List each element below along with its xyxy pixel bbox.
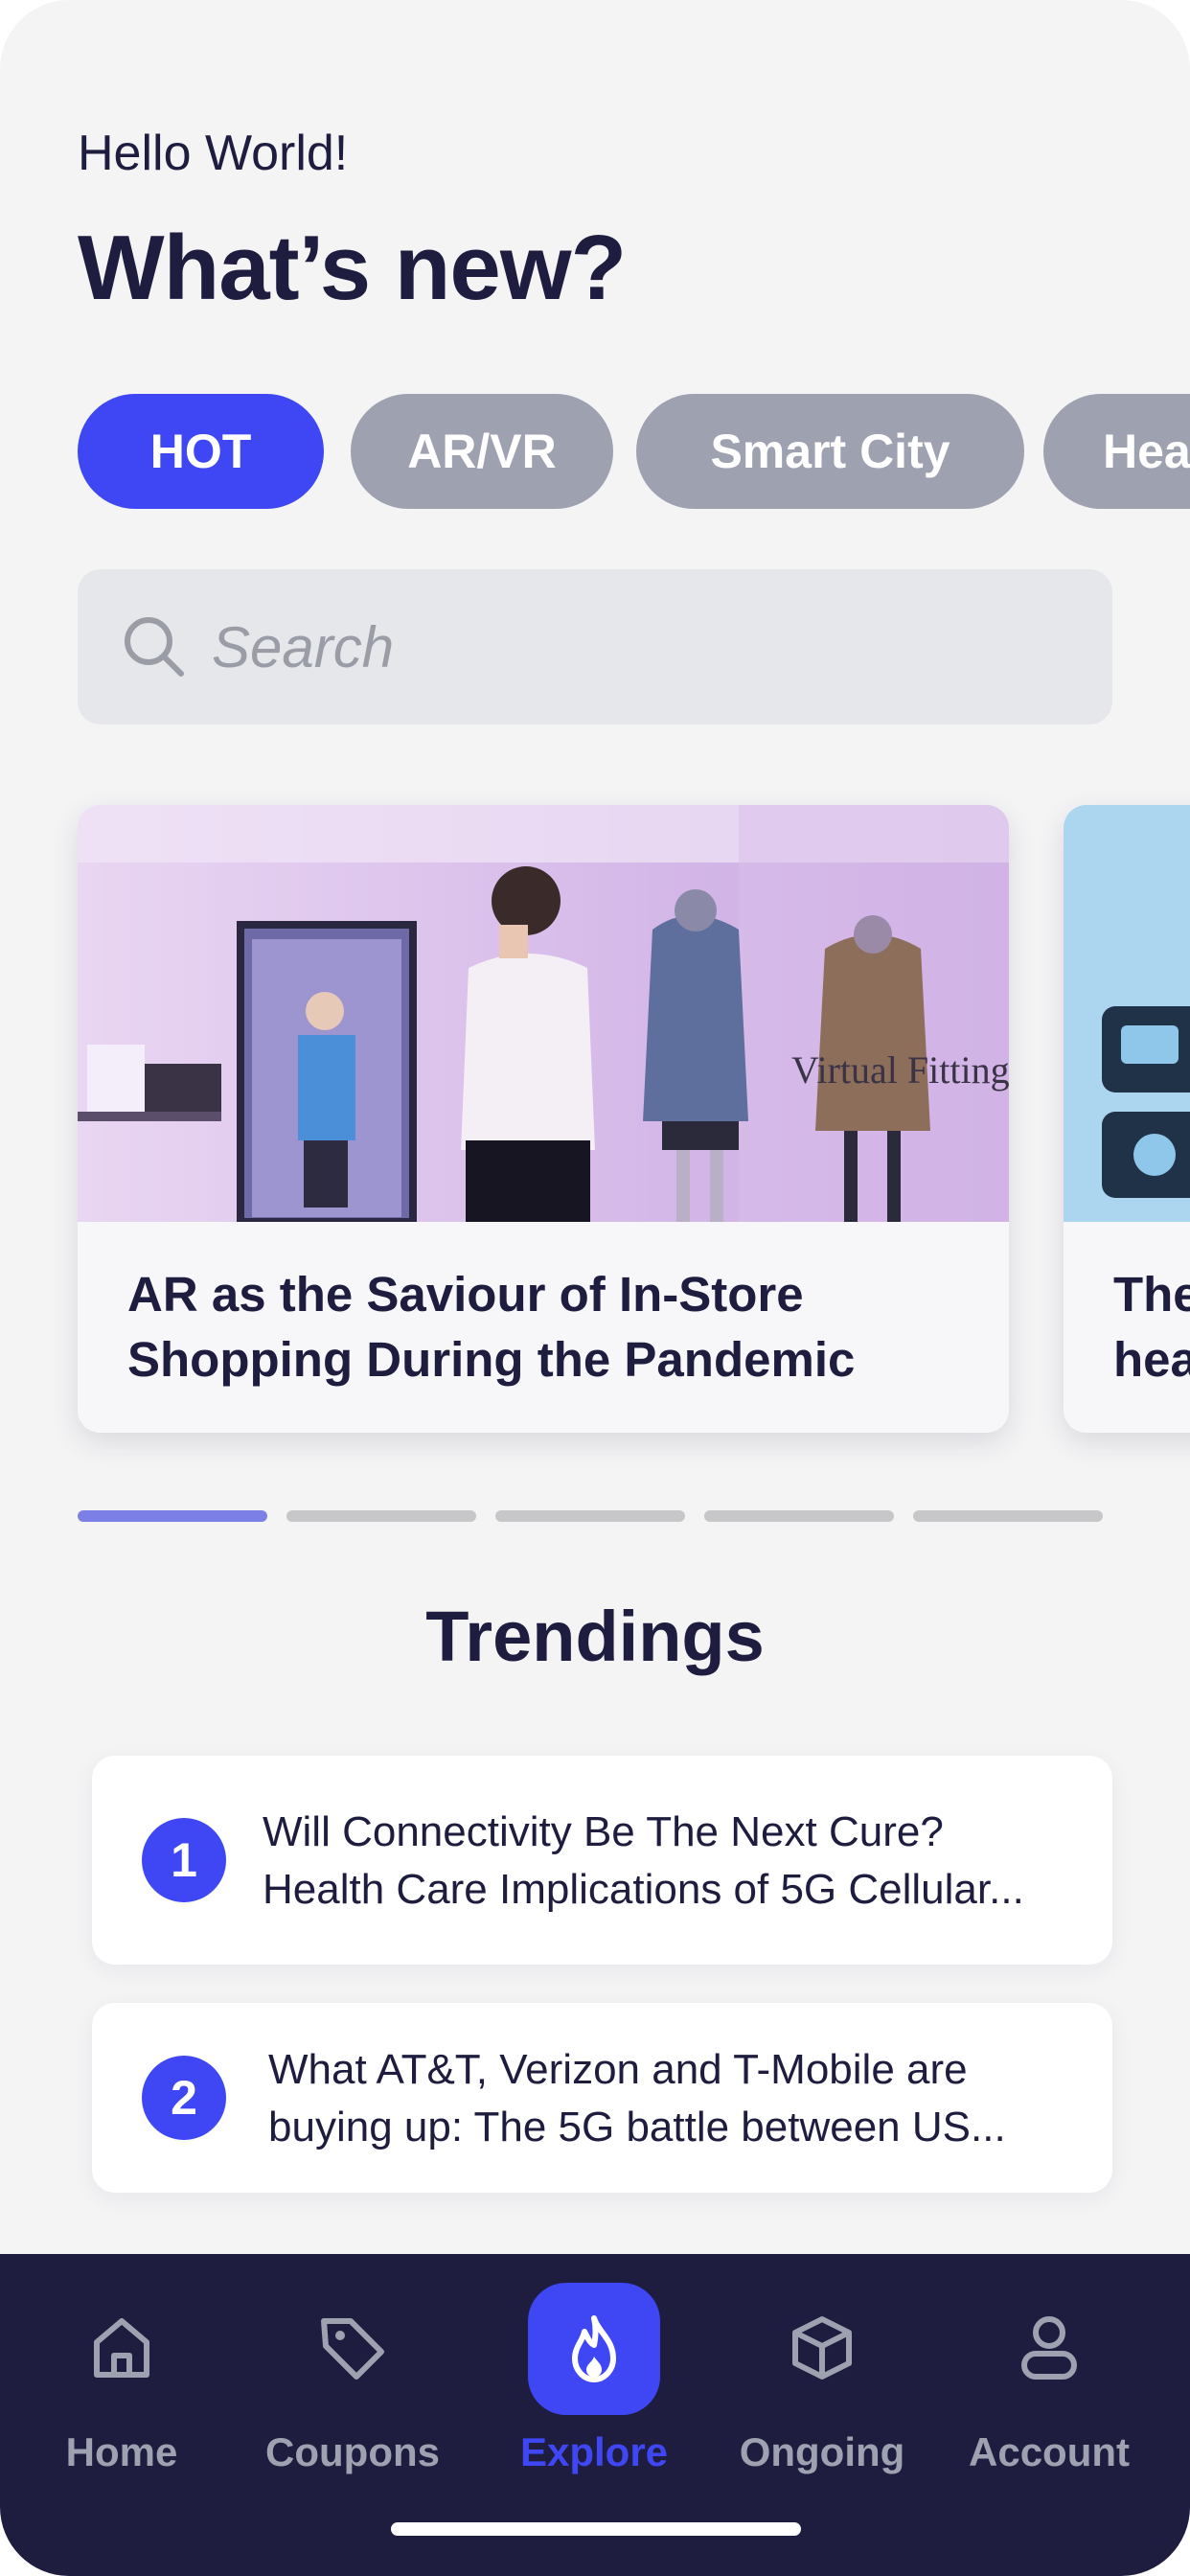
trending-title: Will Connectivity Be The Next Cure? Heal… [263, 1808, 1024, 1913]
virtual-fitting-sign-text: Virtual Fitting [791, 1048, 1009, 1092]
home-icon [94, 2318, 149, 2378]
trending-item[interactable]: 2 What AT&T, Verizon and T-Mobile are bu… [92, 2003, 1112, 2193]
trending-title: What AT&T, Verizon and T-Mobile are buyi… [268, 2046, 1006, 2150]
tab-account[interactable]: Account [934, 2254, 1164, 2522]
article-image: Virtual Fitting [78, 805, 1009, 1222]
chip-smart-city[interactable]: Smart City [636, 394, 1024, 509]
user-icon [1021, 2316, 1077, 2380]
box-icon [792, 2316, 852, 2380]
flame-icon [572, 2315, 616, 2382]
tab-coupons[interactable]: Coupons [238, 2254, 468, 2522]
rank-badge: 2 [142, 2056, 226, 2140]
trendings-heading: Trendings [425, 1597, 765, 1676]
carousel-indicator [78, 1510, 1112, 1524]
tab-ongoing[interactable]: Ongoing [707, 2254, 937, 2522]
search-bar[interactable] [78, 569, 1112, 724]
trending-item[interactable]: 1 Will Connectivity Be The Next Cure? He… [92, 1756, 1112, 1965]
home-indicator[interactable] [391, 2522, 801, 2536]
greeting-text: Hello World! [78, 126, 349, 181]
carousel-dot[interactable] [78, 1510, 267, 1522]
carousel-dot[interactable] [704, 1510, 894, 1522]
featured-article-card[interactable]: Virtual Fitting AR as the Saviour of In-… [78, 805, 1009, 1433]
chip-hot[interactable]: HOT [78, 394, 324, 509]
article-title: AR as the Saviour of In-Store Shopping D… [78, 1222, 1009, 1433]
explore-screen: Hello World! What’s new? HOT AR/VR Smart… [0, 0, 1190, 2576]
featured-article-card[interactable]: The hea [1064, 805, 1190, 1433]
page-title: What’s new? [78, 217, 627, 319]
chip-ar-vr[interactable]: AR/VR [351, 394, 613, 509]
tab-home[interactable]: Home [7, 2254, 237, 2522]
carousel-dot[interactable] [286, 1510, 476, 1522]
tag-icon [321, 2318, 384, 2380]
category-chips: HOT AR/VR Smart City Hea [78, 394, 1190, 509]
article-image [1064, 805, 1190, 1222]
carousel-dot[interactable] [913, 1510, 1103, 1522]
article-title: The hea [1064, 1222, 1190, 1433]
carousel-dot[interactable] [495, 1510, 685, 1522]
search-icon [125, 617, 184, 677]
search-input[interactable] [212, 608, 1074, 686]
rank-badge: 1 [142, 1818, 226, 1902]
tab-explore[interactable]: Explore [479, 2254, 709, 2522]
chip-health[interactable]: Hea [1043, 394, 1190, 509]
